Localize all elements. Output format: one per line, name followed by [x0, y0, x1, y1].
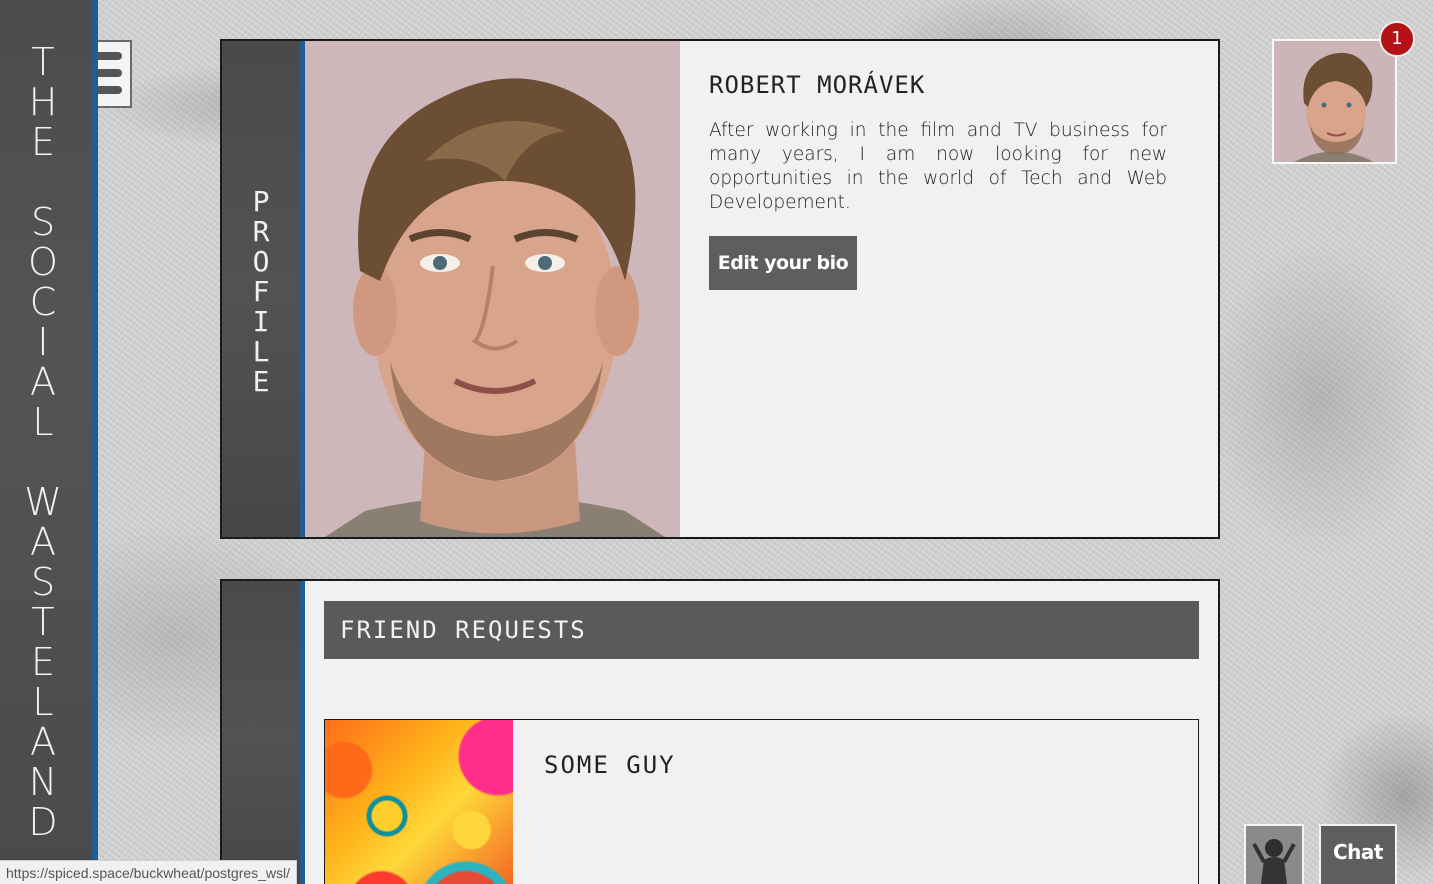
profile-section-letter: F: [252, 275, 270, 308]
profile-name: ROBERT MORÁVEK: [709, 71, 926, 99]
profile-section-letter: O: [252, 245, 270, 278]
profile-section-letter: P: [252, 185, 270, 218]
site-title-letter: I: [37, 320, 49, 364]
site-title-letter: A: [30, 720, 56, 764]
friend-request-avatar[interactable]: [325, 720, 513, 884]
site-title-letter: T: [31, 600, 55, 644]
chat-contact-avatar[interactable]: [1244, 824, 1304, 884]
profile-picture[interactable]: [305, 41, 680, 537]
profile-section-letter: E: [252, 365, 270, 398]
hamburger-icon: [98, 86, 122, 94]
friend-requests-section-tab: [222, 581, 305, 884]
site-title-letter: C: [29, 280, 57, 324]
user-avatar[interactable]: [1272, 39, 1397, 164]
site-title-letter: L: [32, 400, 54, 444]
site-title-letter: [0, 442, 86, 482]
site-title-letter: A: [30, 520, 56, 564]
profile-card: PROFILE ROBERT MORÁVEK After working in …: [220, 39, 1220, 539]
site-title-letter: [0, 162, 86, 202]
silhouette-icon: [1246, 826, 1302, 884]
friend-requests-title: FRIEND REQUESTS: [340, 616, 587, 644]
friend-request-item[interactable]: SOME GUY: [324, 719, 1199, 884]
site-title-letter: L: [32, 680, 54, 724]
site-title-letter: E: [30, 640, 55, 684]
friend-requests-card: FRIEND REQUESTS SOME GUY: [220, 579, 1220, 884]
profile-section-tab: PROFILE: [222, 41, 305, 537]
site-title-letter: T: [31, 40, 55, 84]
profile-bio: After working in the film and TV busines…: [709, 120, 1167, 213]
profile-portrait-image: [305, 41, 680, 537]
hamburger-icon: [98, 69, 122, 77]
hamburger-icon: [98, 52, 122, 60]
site-title-letter: H: [28, 80, 58, 124]
menu-toggle-button[interactable]: [98, 40, 132, 108]
chat-button[interactable]: Chat: [1319, 824, 1397, 884]
site-title-letter: O: [28, 240, 58, 284]
profile-section-letter: L: [252, 335, 270, 368]
site-title: THE SOCIAL WASTELAND: [0, 42, 86, 842]
site-title-letter: D: [28, 800, 58, 844]
site-title-letter: N: [28, 760, 58, 804]
site-title-letter: W: [24, 480, 62, 524]
profile-section-letter: R: [252, 215, 270, 248]
profile-section-label: PROFILE: [222, 187, 300, 397]
edit-bio-button[interactable]: Edit your bio: [709, 236, 857, 290]
profile-section-letter: I: [252, 305, 270, 338]
user-avatar-image: [1274, 41, 1395, 162]
site-title-letter: A: [30, 360, 56, 404]
browser-status-url: https://spiced.space/buckwheat/postgres_…: [0, 860, 298, 884]
site-title-letter: E: [30, 120, 55, 164]
site-title-letter: S: [30, 560, 56, 604]
site-title-letter: S: [30, 200, 56, 244]
friend-request-name[interactable]: SOME GUY: [544, 751, 676, 779]
site-title-banner: THE SOCIAL WASTELAND: [0, 0, 98, 884]
friend-requests-header: FRIEND REQUESTS: [324, 601, 1199, 659]
notification-badge[interactable]: 1: [1379, 21, 1415, 57]
